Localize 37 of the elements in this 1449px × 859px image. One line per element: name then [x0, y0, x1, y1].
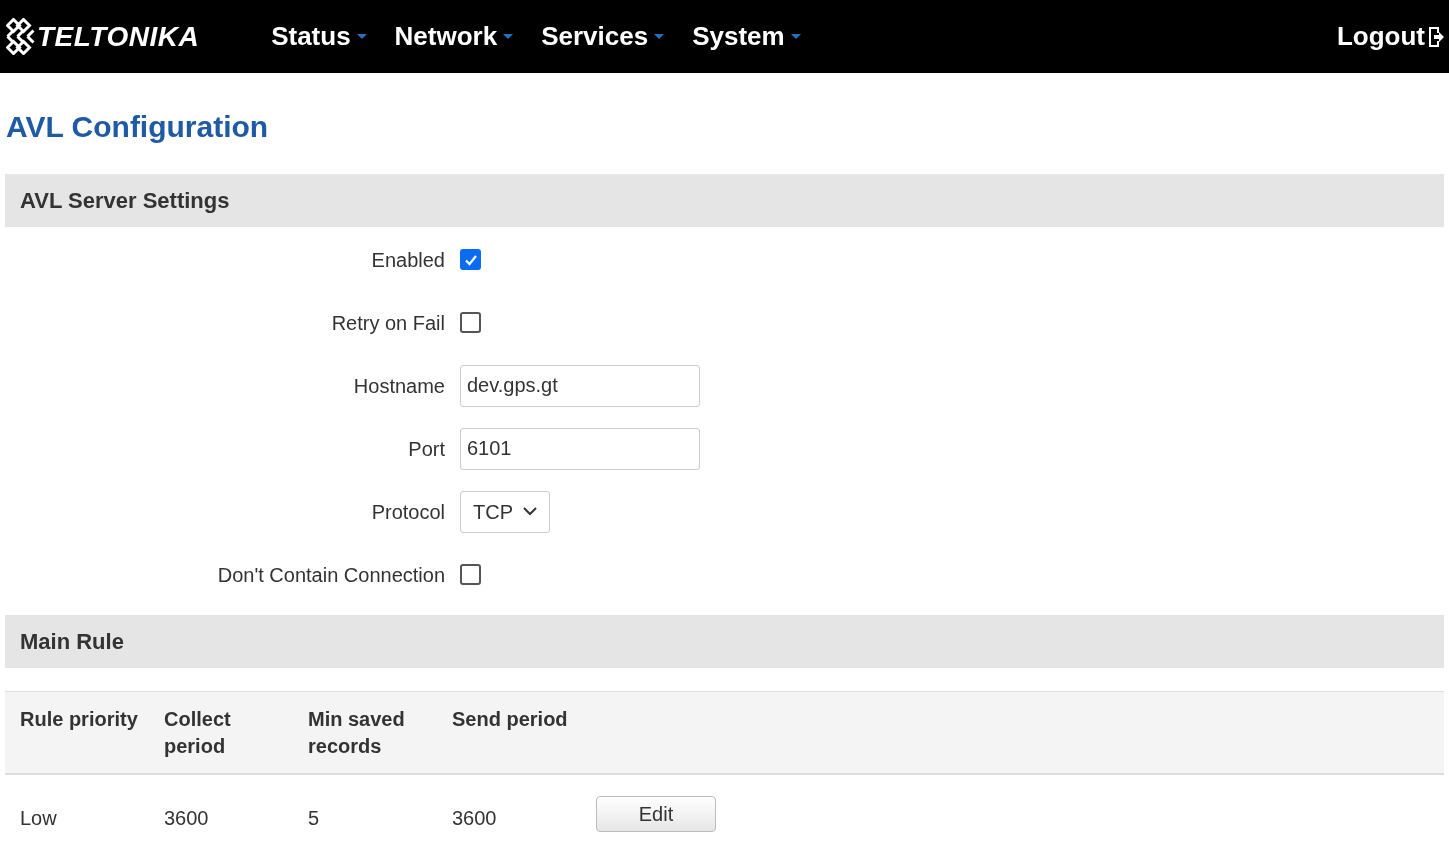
chevron-down-icon: [523, 507, 537, 516]
caret-icon: [503, 33, 514, 40]
caret-icon: [654, 33, 665, 40]
logo-text: TELTONIKA: [37, 19, 200, 54]
logo-icon: [6, 18, 35, 55]
menu-item[interactable]: Services: [541, 17, 665, 56]
caret-icon: [790, 33, 801, 40]
field-label: Retry on Fail: [330, 310, 446, 336]
field-label: Don't Contain Connection: [216, 562, 446, 588]
field-label: Port: [407, 436, 446, 462]
caret-icon: [356, 33, 367, 40]
column-header: Send period: [452, 708, 568, 730]
input-field[interactable]: dev.gps.gt: [460, 364, 700, 407]
section-title: AVL Server Settings: [20, 187, 230, 215]
protocol-dropdown[interactable]: TCP: [460, 490, 550, 533]
table-cell-text: 5: [308, 805, 321, 831]
menu-item[interactable]: Network: [394, 17, 514, 56]
field-label: Enabled: [370, 247, 446, 273]
checkbox[interactable]: [460, 249, 481, 270]
menu-item[interactable]: Status: [271, 17, 367, 56]
table-cell-text: Low: [20, 805, 58, 831]
menu-item[interactable]: System: [692, 17, 801, 56]
logout-icon: [1429, 26, 1445, 47]
logout-button[interactable]: Logout: [1336, 17, 1445, 56]
table-cell-text: 3600: [164, 805, 210, 831]
input-field[interactable]: 6101: [460, 427, 700, 470]
page-title: AVL Configuration: [6, 109, 270, 145]
edit-button[interactable]: Edit: [596, 795, 716, 832]
checkbox[interactable]: [460, 564, 481, 585]
section-title: Main Rule: [20, 628, 124, 656]
column-header: Rule priority: [20, 708, 138, 730]
field-label: Hostname: [352, 373, 446, 399]
field-label: Protocol: [370, 499, 446, 525]
column-header: Collect period: [164, 708, 231, 757]
checkbox[interactable]: [460, 312, 481, 333]
column-header: Min saved records: [308, 708, 405, 757]
table-cell-text: 3600: [452, 805, 498, 831]
